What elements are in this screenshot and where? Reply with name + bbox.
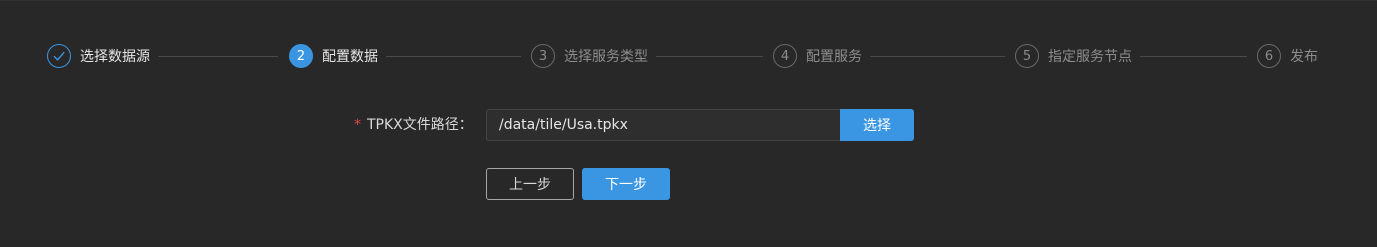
- step-title: 配置服务: [806, 49, 862, 65]
- step-connector: [386, 56, 521, 57]
- required-mark: *: [354, 117, 361, 133]
- step-number-badge: 3: [531, 44, 555, 68]
- step-title: 指定服务节点: [1048, 49, 1132, 65]
- prev-step-button[interactable]: 上一步: [486, 168, 574, 200]
- step-title: 发布: [1290, 49, 1318, 65]
- next-step-button[interactable]: 下一步: [582, 168, 670, 200]
- check-icon: [47, 44, 71, 68]
- step-title: 选择数据源: [80, 49, 150, 65]
- step-publish[interactable]: 6 发布: [1257, 44, 1318, 68]
- step-configure-data[interactable]: 2 配置数据: [289, 44, 378, 68]
- steps-bar: 选择数据源 2 配置数据 3 选择服务类型 4 配置服务 5 指定服务节点 6: [0, 1, 1377, 111]
- step-number-badge: 5: [1015, 44, 1039, 68]
- step-connector: [870, 56, 1005, 57]
- step-select-data-source[interactable]: 选择数据源: [47, 44, 150, 68]
- step-title: 选择服务类型: [564, 49, 648, 65]
- tpkx-path-label-text: TPKX文件路径：: [367, 117, 473, 133]
- step-configure-service[interactable]: 4 配置服务: [773, 44, 862, 68]
- step-number-badge: 4: [773, 44, 797, 68]
- tpkx-path-field[interactable]: /data/tile/Usa.tpkx: [486, 109, 840, 141]
- step-connector: [1140, 56, 1247, 57]
- step-title: 配置数据: [322, 49, 378, 65]
- step-connector: [158, 56, 278, 57]
- choose-file-button[interactable]: 选择: [840, 109, 914, 141]
- step-specify-service-node[interactable]: 5 指定服务节点: [1015, 44, 1132, 68]
- step-number-badge: 2: [289, 44, 313, 68]
- step-connector: [656, 56, 763, 57]
- step-select-service-type[interactable]: 3 选择服务类型: [531, 44, 648, 68]
- step-number-badge: 6: [1257, 44, 1281, 68]
- publish-wizard: 选择数据源 2 配置数据 3 选择服务类型 4 配置服务 5 指定服务节点 6: [0, 0, 1377, 247]
- tpkx-path-label: * TPKX文件路径：: [354, 115, 473, 135]
